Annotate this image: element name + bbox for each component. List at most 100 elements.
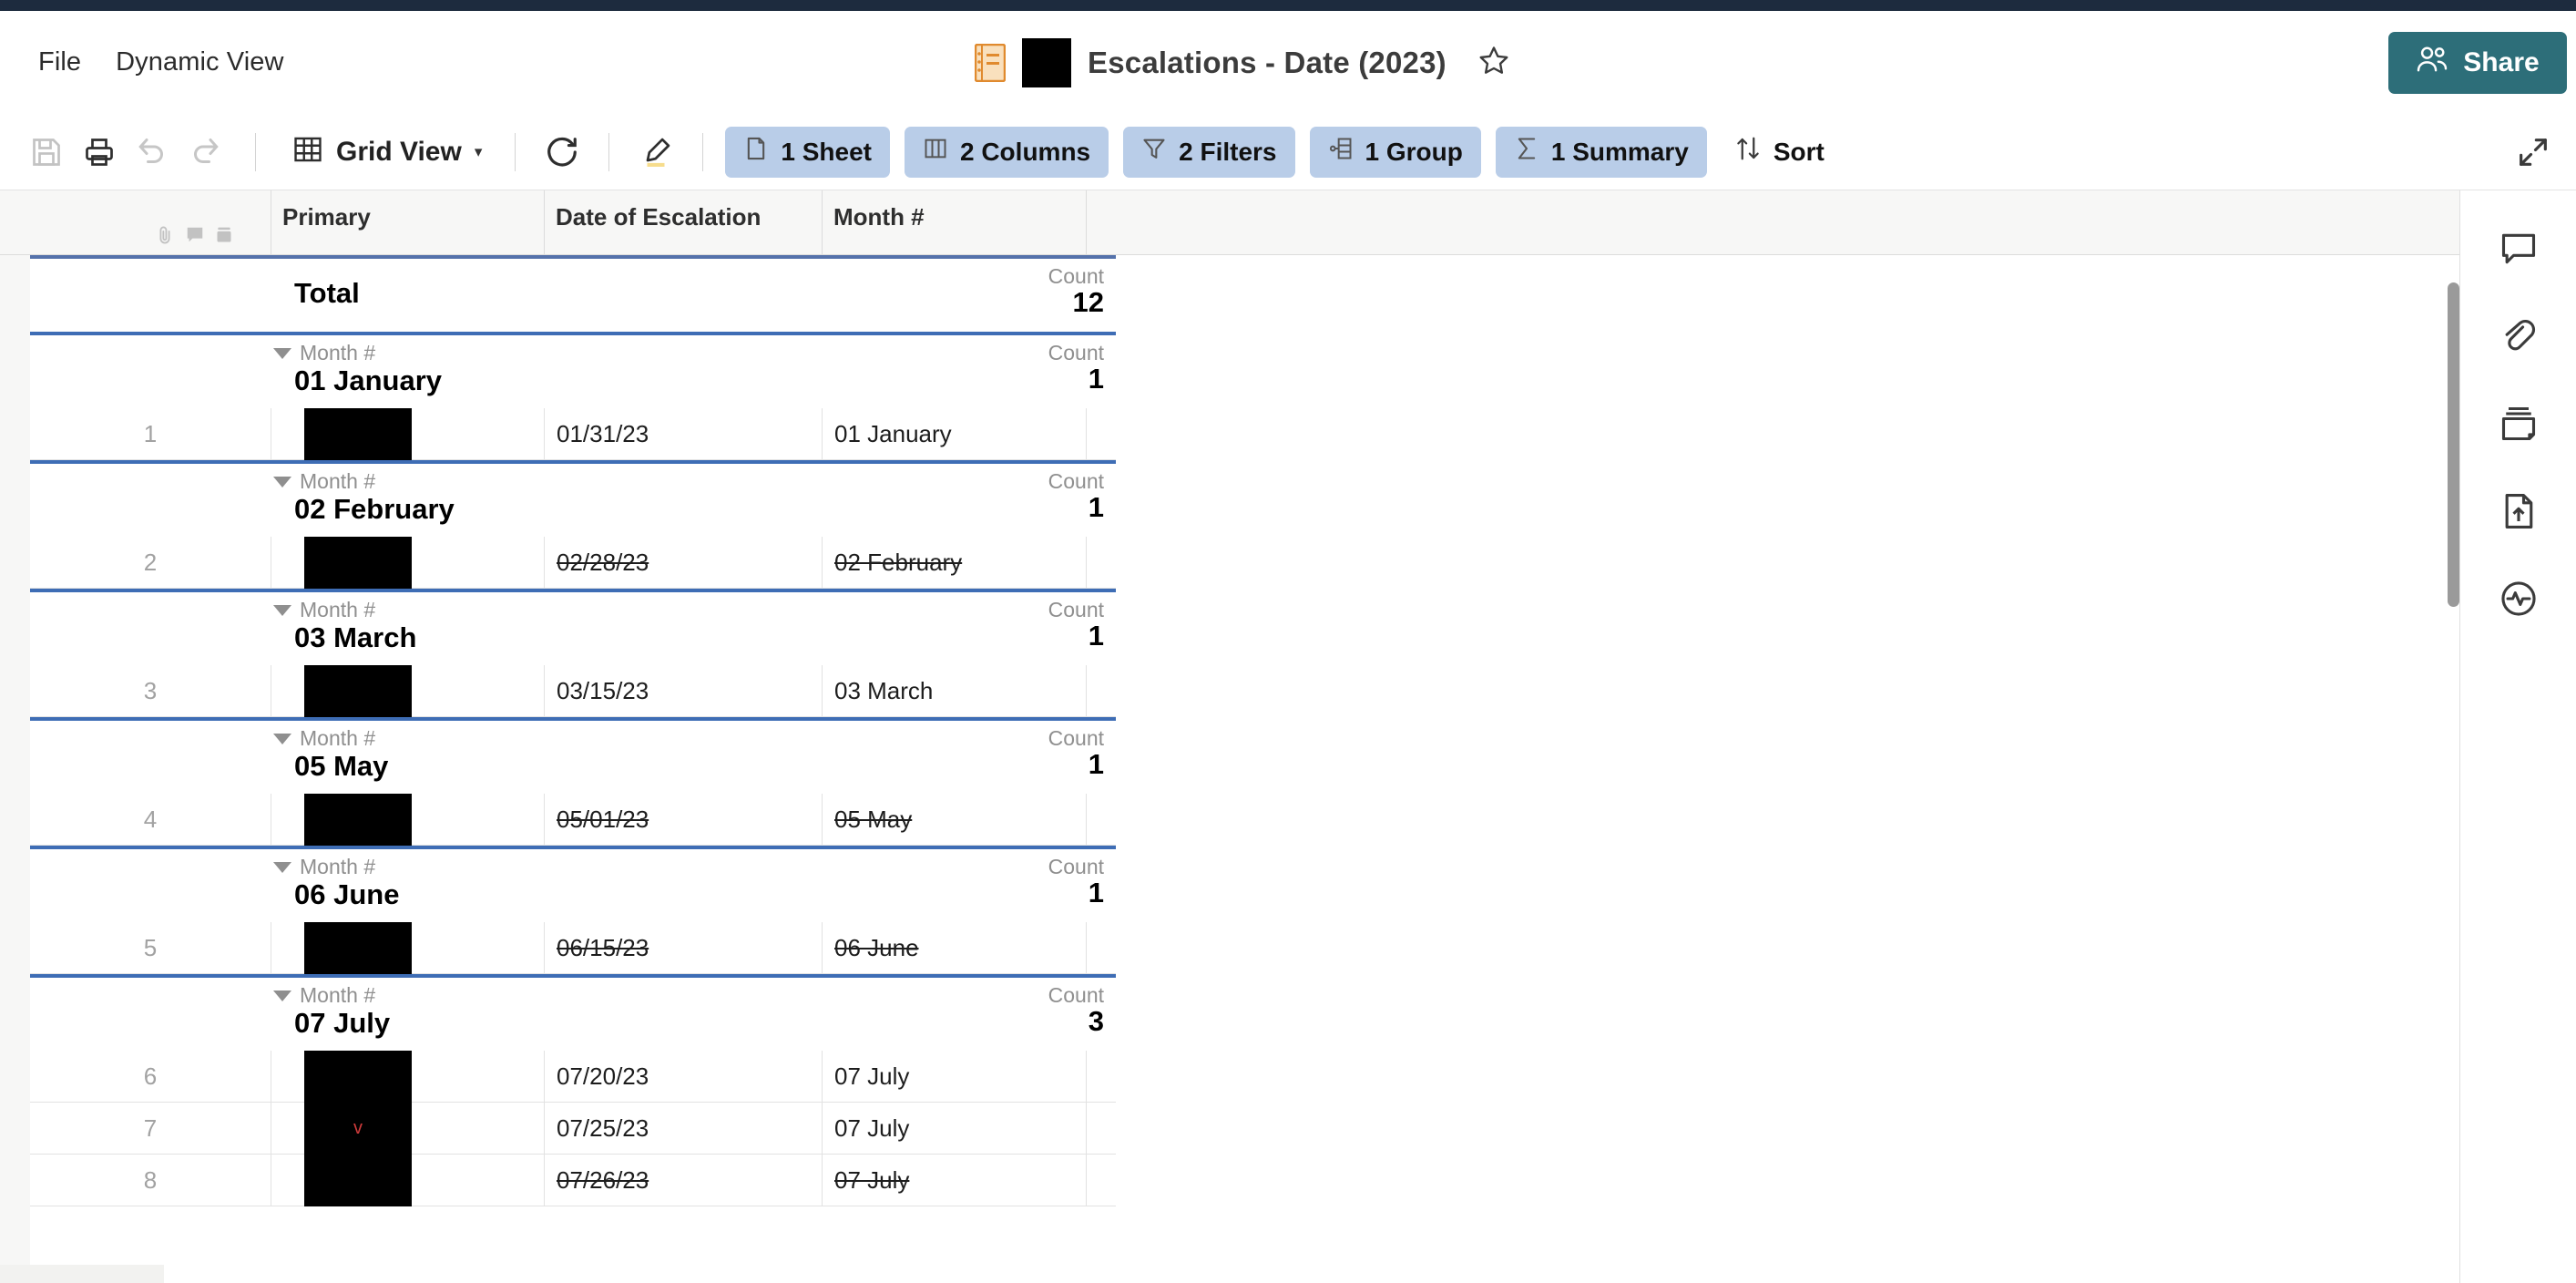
redo-button[interactable] — [179, 126, 231, 179]
cell-date-of-escalation[interactable]: 01/31/23 — [545, 408, 823, 459]
chip-sheet[interactable]: 1 Sheet — [725, 126, 890, 178]
sheet-icon — [974, 43, 1007, 82]
group-field-name: Month # — [300, 598, 376, 621]
cell-primary[interactable] — [271, 794, 545, 846]
cell-primary[interactable] — [271, 665, 545, 717]
cell-month[interactable]: 03 March — [823, 665, 1087, 716]
comment-icon[interactable] — [2493, 223, 2544, 274]
chevron-down-icon: ▾ — [474, 142, 483, 160]
count-label: Count — [1048, 726, 1104, 750]
row-number: 4 — [30, 794, 271, 845]
cell-date-of-escalation[interactable]: 02/28/23 — [545, 537, 823, 588]
group-value: 06 June — [294, 878, 400, 910]
print-button[interactable] — [73, 126, 126, 179]
cell-month[interactable]: 01 January — [823, 408, 1087, 459]
proof-icon[interactable] — [215, 225, 233, 250]
redaction-mark: v — [353, 1118, 363, 1138]
count-label: Count — [1048, 341, 1104, 364]
cell-date-of-escalation[interactable]: 03/15/23 — [545, 665, 823, 716]
table-row[interactable]: 6 07/20/23 07 July — [30, 1051, 1116, 1103]
attachment-icon[interactable] — [2493, 311, 2544, 362]
title-block: Escalations - Date (2023) — [974, 37, 1510, 87]
menu-file[interactable]: File — [38, 47, 81, 77]
cell-date-of-escalation[interactable]: 05/01/23 — [545, 794, 823, 845]
grid-body: Total Count 12 Month #01 January Count 1 1 01/3… — [0, 255, 2459, 1283]
collapse-triangle-icon[interactable] — [273, 604, 291, 616]
table-row[interactable]: 4 05/01/23 05 May — [30, 794, 1116, 846]
collapse-triangle-icon[interactable] — [273, 733, 291, 744]
cell-month[interactable]: 02 February — [823, 537, 1087, 588]
chip-columns[interactable]: 2 Columns — [904, 126, 1109, 178]
vertical-scrollbar-thumb[interactable] — [2448, 282, 2459, 607]
count-label: Count — [1048, 598, 1104, 621]
chip-sort[interactable]: Sort — [1725, 127, 1843, 178]
cell-primary[interactable] — [271, 922, 545, 974]
save-button[interactable] — [20, 126, 73, 179]
menu-dynamic-view[interactable]: Dynamic View — [116, 47, 283, 77]
view-selector[interactable]: Grid View ▾ — [280, 126, 495, 179]
cell-date-of-escalation[interactable]: 07/26/23 — [545, 1155, 823, 1206]
share-button[interactable]: Share — [2388, 31, 2567, 94]
redaction-block — [304, 537, 412, 589]
toolbar-divider-2 — [515, 132, 516, 171]
count-label: Count — [1048, 264, 1104, 288]
table-row[interactable]: 3 03/15/23 03 March — [30, 665, 1116, 717]
column-header-date[interactable]: Date of Escalation — [545, 190, 823, 255]
chip-group-label: 1 Group — [1365, 137, 1463, 166]
cell-primary[interactable]: v — [271, 1103, 545, 1155]
star-icon[interactable] — [1477, 44, 1510, 81]
redaction-block-title — [1022, 37, 1071, 87]
table-row[interactable]: 7 v 07/25/23 07 July — [30, 1103, 1116, 1155]
group-value: 05 May — [294, 750, 389, 782]
chip-summary[interactable]: 1 Summary — [1495, 126, 1707, 178]
expand-icon[interactable] — [2510, 129, 2556, 175]
cell-month[interactable]: 07 July — [823, 1103, 1087, 1154]
publish-icon[interactable] — [2493, 486, 2544, 537]
column-header-month[interactable]: Month # — [823, 190, 1087, 255]
table-row[interactable]: 2 02/28/23 02 February — [30, 537, 1116, 589]
collapse-triangle-icon[interactable] — [273, 347, 291, 359]
toolbar: Grid View ▾ 1 Sheet 2 Columns 2 Filters … — [0, 114, 2576, 190]
cell-primary[interactable] — [271, 537, 545, 589]
row-number: 6 — [30, 1051, 271, 1102]
cell-month[interactable]: 07 July — [823, 1051, 1087, 1102]
cell-date-of-escalation[interactable]: 07/25/23 — [545, 1103, 823, 1154]
horizontal-scrollbar[interactable] — [0, 1265, 164, 1283]
chip-summary-label: 1 Summary — [1550, 137, 1689, 166]
column-header-primary[interactable]: Primary — [271, 190, 545, 255]
undo-button[interactable] — [126, 126, 179, 179]
collapse-triangle-icon[interactable] — [273, 476, 291, 488]
group-header-row: Month #06 June Count 1 — [30, 846, 1116, 922]
activity-log-icon[interactable] — [2493, 573, 2544, 624]
chip-group[interactable]: 1 Group — [1309, 126, 1481, 178]
count-value: 12 — [1072, 286, 1104, 318]
cell-date-of-escalation[interactable]: 06/15/23 — [545, 922, 823, 973]
cell-primary[interactable] — [271, 1051, 545, 1103]
cell-month[interactable]: 06 June — [823, 922, 1087, 973]
proof-icon[interactable] — [2493, 398, 2544, 449]
people-icon — [2416, 46, 2448, 80]
attachment-icon[interactable] — [155, 225, 175, 250]
collapse-triangle-icon[interactable] — [273, 861, 291, 873]
refresh-button[interactable] — [536, 126, 588, 179]
highlighter-button[interactable] — [629, 126, 682, 179]
chip-filters[interactable]: 2 Filters — [1123, 126, 1295, 178]
cell-primary[interactable] — [271, 408, 545, 460]
group-field-name: Month # — [300, 726, 376, 750]
table-row[interactable]: 8 07/26/23 07 July — [30, 1155, 1116, 1206]
comment-icon[interactable] — [185, 225, 205, 250]
cell-primary[interactable] — [271, 1155, 545, 1206]
collapse-triangle-icon[interactable] — [273, 990, 291, 1001]
column-header-rownum[interactable] — [30, 190, 271, 255]
count-label: Count — [1048, 855, 1104, 878]
group-header-row: Month #07 July Count 3 — [30, 974, 1116, 1051]
cell-month[interactable]: 07 July — [823, 1155, 1087, 1206]
table-row[interactable]: 1 01/31/23 01 January — [30, 408, 1116, 460]
cell-month[interactable]: 05 May — [823, 794, 1087, 845]
sort-icon — [1734, 135, 1762, 169]
cell-date-of-escalation[interactable]: 07/20/23 — [545, 1051, 823, 1102]
filter-icon — [1141, 136, 1167, 168]
group-field-label: Month # — [273, 983, 375, 1008]
chip-sheet-label: 1 Sheet — [781, 137, 872, 166]
table-row[interactable]: 5 06/15/23 06 June — [30, 922, 1116, 974]
